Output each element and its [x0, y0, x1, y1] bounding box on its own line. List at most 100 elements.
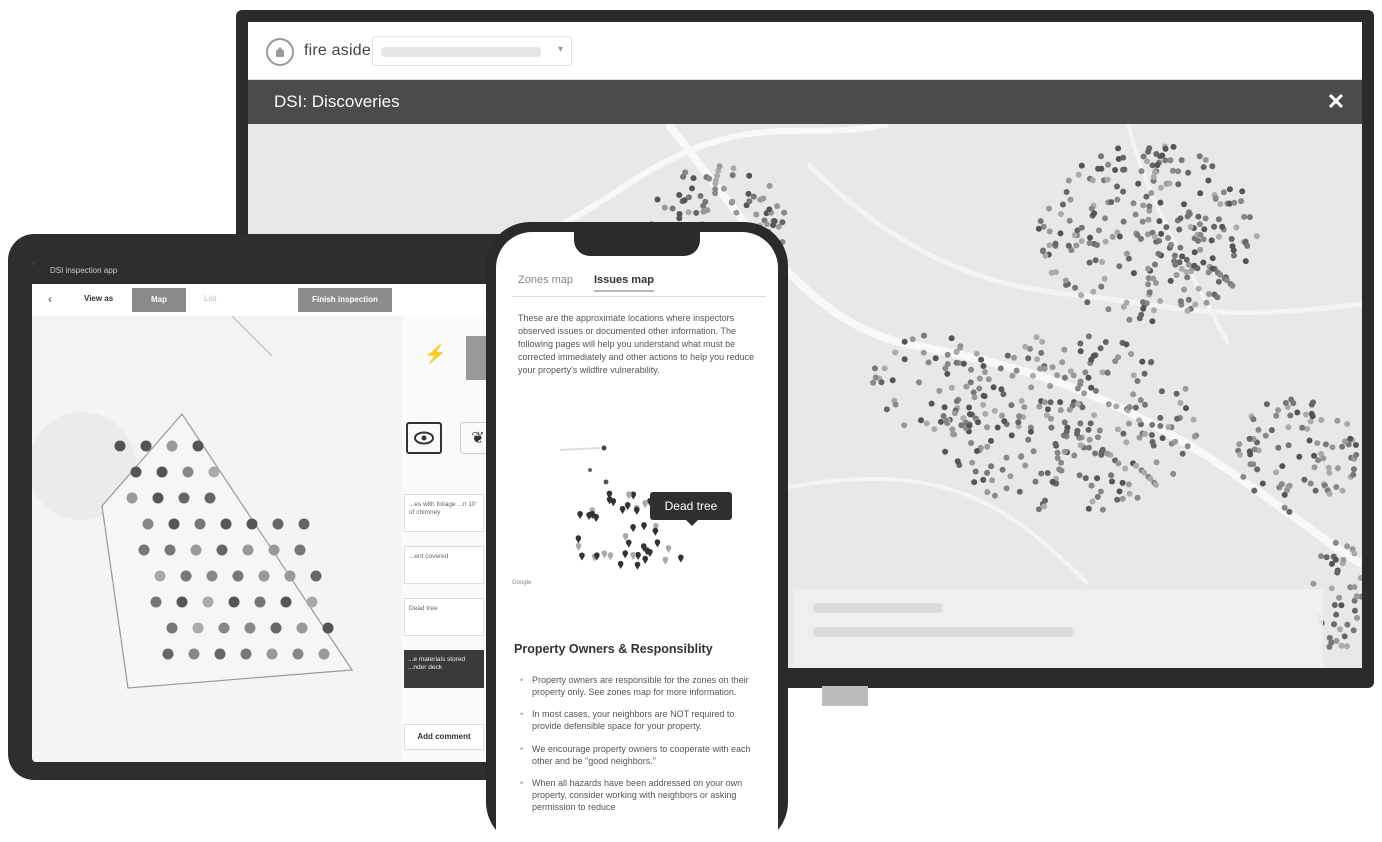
issue-marker[interactable] — [142, 518, 154, 530]
issue-marker[interactable] — [202, 596, 214, 608]
issue-marker[interactable] — [192, 440, 204, 452]
issue-marker[interactable] — [254, 596, 266, 608]
tab-issues-map[interactable]: Issues map — [594, 274, 654, 292]
tab-zones-map[interactable]: Zones map — [518, 274, 573, 286]
issue-marker[interactable] — [140, 440, 152, 452]
discovery-marker — [1344, 421, 1351, 427]
issue-marker[interactable] — [176, 596, 188, 608]
brand-logo-icon[interactable] — [266, 38, 294, 66]
issue-marker[interactable] — [162, 648, 174, 660]
discovery-marker — [1337, 626, 1343, 633]
issue-marker[interactable] — [178, 492, 190, 504]
issue-marker[interactable] — [138, 544, 150, 556]
issue-marker[interactable] — [232, 570, 244, 582]
issue-marker[interactable] — [306, 596, 318, 608]
discovery-marker — [1242, 258, 1249, 265]
issue-marker[interactable] — [318, 648, 330, 660]
tab-list[interactable]: List — [204, 294, 216, 303]
discovery-marker — [1142, 401, 1148, 408]
bolt-icon[interactable]: ⚡ — [424, 344, 446, 365]
discovery-marker — [989, 477, 996, 484]
discovery-marker — [685, 209, 692, 216]
issue-marker[interactable] — [150, 596, 162, 608]
issue-marker[interactable] — [216, 544, 228, 556]
issue-marker[interactable] — [240, 648, 252, 660]
issue-marker[interactable] — [164, 544, 176, 556]
issue-marker[interactable] — [242, 544, 254, 556]
issue-marker[interactable] — [310, 570, 322, 582]
discovery-marker — [1028, 384, 1035, 391]
issue-marker[interactable] — [190, 544, 202, 556]
discovery-marker — [1196, 153, 1203, 160]
issue-marker[interactable] — [180, 570, 192, 582]
discovery-marker — [940, 413, 947, 419]
discovery-marker — [1142, 431, 1149, 437]
tab-map[interactable]: Map — [132, 288, 186, 312]
issue-marker[interactable] — [292, 648, 304, 660]
issue-marker[interactable] — [244, 622, 256, 634]
issue-marker[interactable] — [192, 622, 204, 634]
issue-marker[interactable] — [218, 622, 230, 634]
back-icon[interactable]: ‹ — [48, 292, 52, 306]
parcel-map[interactable] — [32, 315, 402, 762]
discovery-marker — [1172, 261, 1179, 268]
issue-marker[interactable] — [126, 492, 138, 504]
issue-marker[interactable] — [272, 518, 284, 530]
issue-marker[interactable] — [294, 544, 306, 556]
discovery-marker — [1112, 167, 1119, 173]
discovery-marker — [1038, 470, 1045, 477]
issue-marker[interactable] — [214, 648, 226, 660]
issue-marker[interactable] — [188, 648, 200, 660]
issue-marker[interactable] — [284, 570, 296, 582]
discovery-marker — [901, 356, 908, 363]
issue-marker[interactable] — [152, 492, 164, 504]
issue-marker[interactable] — [298, 518, 310, 530]
discovery-marker — [1229, 282, 1236, 289]
discovery-marker — [870, 379, 877, 386]
issue-marker[interactable] — [228, 596, 240, 608]
issue-marker[interactable] — [168, 518, 180, 530]
add-comment-button[interactable]: Add comment — [404, 724, 484, 750]
finish-inspection-button[interactable]: Finish inspection — [298, 288, 392, 312]
discovery-marker — [1126, 404, 1133, 411]
issue-marker[interactable] — [246, 518, 258, 530]
issue-marker[interactable] — [204, 492, 216, 504]
issue-marker[interactable] — [166, 622, 178, 634]
issue-marker[interactable] — [296, 622, 308, 634]
issue-marker[interactable] — [114, 440, 126, 452]
issue-marker[interactable] — [166, 440, 178, 452]
issue-marker[interactable] — [208, 466, 220, 478]
discovery-marker — [1171, 252, 1178, 259]
discovery-marker — [967, 379, 974, 386]
eye-icon[interactable] — [406, 422, 442, 454]
issue-marker[interactable] — [130, 466, 142, 478]
issue-marker[interactable] — [206, 570, 218, 582]
discovery-marker — [729, 172, 736, 179]
issue-marker[interactable] — [156, 466, 168, 478]
discovery-marker — [1057, 407, 1064, 414]
issue-marker[interactable] — [280, 596, 292, 608]
discovery-marker — [1241, 213, 1248, 220]
discovery-marker — [1205, 269, 1212, 276]
issue-marker[interactable] — [220, 518, 232, 530]
issue-card[interactable]: ...es with foliage ...n 10' of chimney — [404, 494, 484, 532]
discovery-marker — [1273, 412, 1280, 419]
issue-marker[interactable] — [266, 648, 278, 660]
issue-marker[interactable] — [268, 544, 280, 556]
issue-card-selected[interactable]: ...e materials stored ...nder deck — [404, 650, 484, 688]
site-select[interactable]: ▾ — [372, 36, 572, 66]
issue-marker[interactable] — [258, 570, 270, 582]
close-icon[interactable]: ✕ — [1324, 90, 1348, 114]
issue-marker[interactable] — [270, 622, 282, 634]
discovery-marker — [1304, 425, 1311, 432]
issue-marker[interactable] — [194, 518, 206, 530]
issue-card[interactable]: Dead tree — [404, 598, 484, 636]
issue-marker[interactable] — [154, 570, 166, 582]
issue-marker[interactable] — [322, 622, 334, 634]
issue-card[interactable]: ...ent covered — [404, 546, 484, 584]
discovery-marker — [1334, 569, 1341, 576]
discovery-marker — [1165, 235, 1172, 241]
discovery-marker — [1351, 607, 1358, 614]
issue-marker[interactable] — [182, 466, 194, 478]
discovery-marker — [1301, 476, 1308, 483]
